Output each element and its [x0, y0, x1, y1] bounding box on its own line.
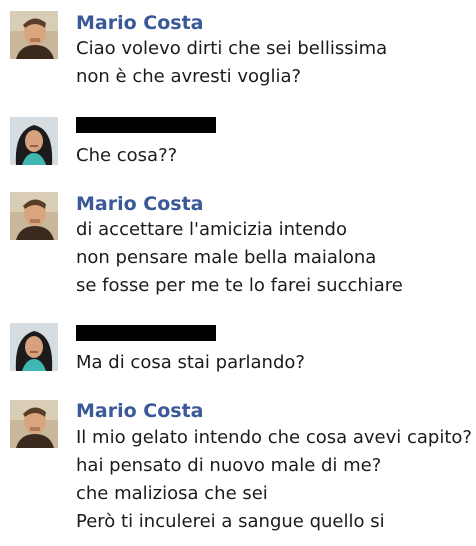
avatar-male[interactable] — [10, 400, 58, 448]
avatar-male[interactable] — [10, 11, 58, 59]
message-text: Che cosa?? — [76, 142, 471, 170]
message-line: Che cosa?? — [76, 145, 178, 166]
avatar-female[interactable] — [10, 117, 58, 165]
message-line: se fosse per me te lo farei succhiare — [76, 275, 403, 296]
message-text: Ciao volevo dirti che sei bellissima non… — [76, 35, 471, 91]
male-avatar-icon — [10, 11, 58, 59]
message-line: non pensare male bella maialona — [76, 247, 377, 268]
female-avatar-icon — [10, 323, 58, 371]
avatar-male[interactable] — [10, 192, 58, 240]
message-line: Ma di cosa stai parlando? — [76, 352, 305, 373]
male-avatar-icon — [10, 192, 58, 240]
message-line: che maliziosa che sei — [76, 483, 268, 504]
sender-name[interactable]: Mario Costa — [76, 400, 204, 422]
message-line: di accettare l'amicizia intendo — [76, 219, 347, 240]
message-line: Il mio gelato intendo che cosa avevi cap… — [76, 427, 472, 448]
message-text: Ma di cosa stai parlando? — [76, 349, 471, 377]
message-line: non è che avresti voglia? — [76, 66, 302, 87]
message-thread: Mario Costa Ciao volevo dirti che sei be… — [0, 0, 476, 546]
message-text: Il mio gelato intendo che cosa avevi cap… — [76, 424, 472, 536]
sender-name[interactable]: Mario Costa — [76, 12, 204, 34]
message-text: di accettare l'amicizia intendo non pens… — [76, 216, 471, 300]
redacted-sender-name — [76, 117, 216, 133]
message-line: Però ti inculerei a sangue quello si — [76, 511, 385, 532]
male-avatar-icon — [10, 400, 58, 448]
sender-name[interactable]: Mario Costa — [76, 193, 204, 215]
message-line: Ciao volevo dirti che sei bellissima — [76, 38, 388, 59]
message-line: hai pensato di nuovo male di me? — [76, 455, 382, 476]
avatar-female[interactable] — [10, 323, 58, 371]
redacted-sender-name — [76, 325, 216, 341]
female-avatar-icon — [10, 117, 58, 165]
